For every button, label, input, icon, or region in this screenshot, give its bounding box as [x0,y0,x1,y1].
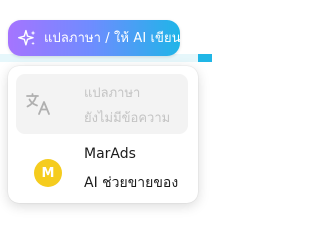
translate-icon [26,93,50,115]
marads-subtitle: AI ช่วยขายของ [84,175,179,191]
menu-item-marads[interactable]: M MarAds AI ช่วยขายของ [16,142,188,202]
marads-logo: M [34,159,62,187]
ai-button-label: แปลภาษา / ให้ AI เขียน [44,30,181,46]
translate-title: แปลภาษา [84,86,141,101]
ai-tools-dropdown: แปลภาษา ยังไม่มีข้อความ M MarAds AI ช่วย… [8,66,198,203]
ai-translate-write-button[interactable]: แปลภาษา / ให้ AI เขียน [8,20,181,56]
marads-title: MarAds [84,146,136,162]
menu-item-translate: แปลภาษา ยังไม่มีข้อความ [16,74,188,134]
sparkle-icon [18,29,36,46]
translate-subtitle: ยังไม่มีข้อความ [84,111,171,126]
